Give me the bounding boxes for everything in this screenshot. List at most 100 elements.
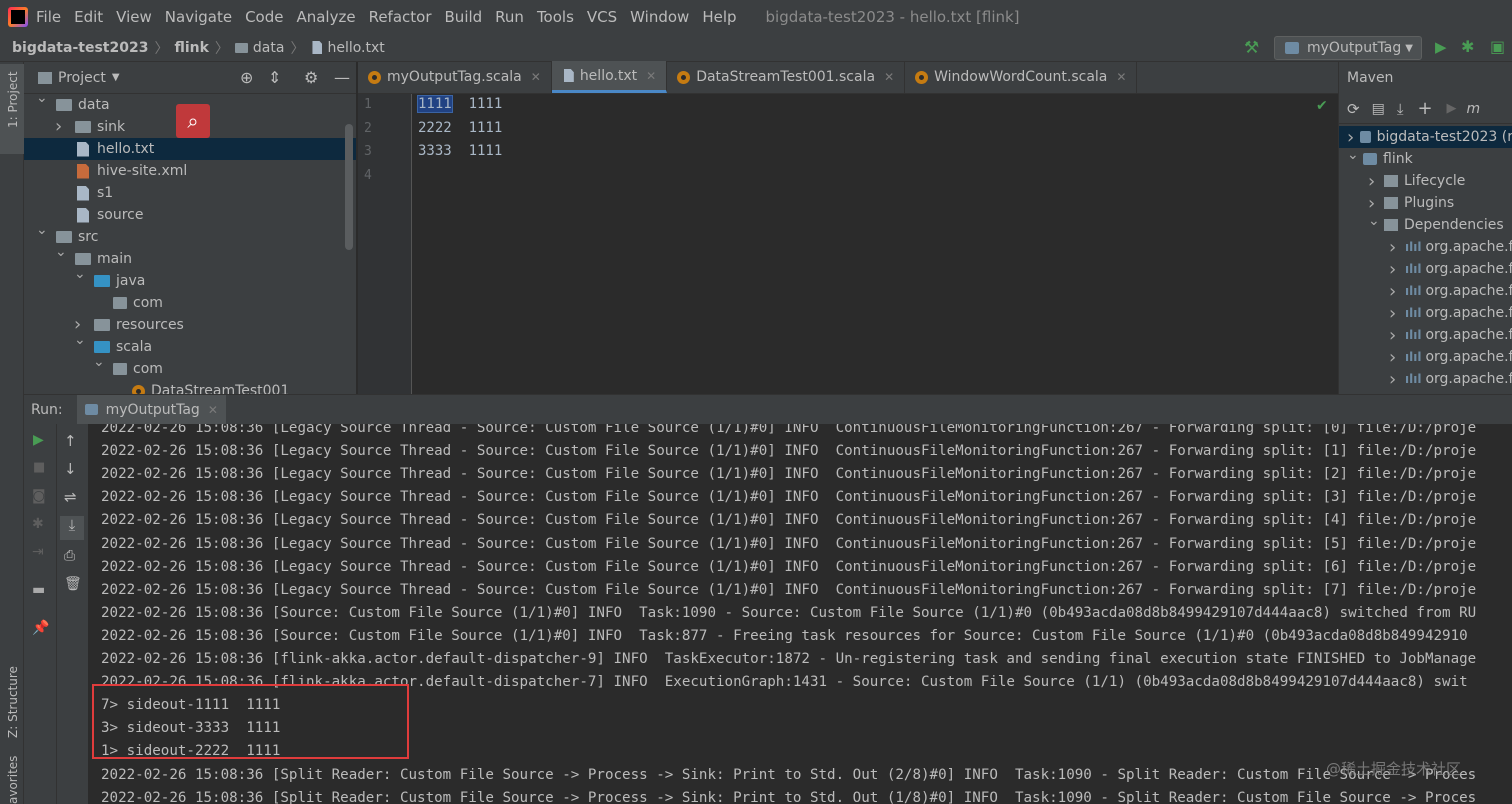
maven-tree-item[interactable]: › Lifecycle: [1368, 170, 1465, 192]
generate-sources-icon[interactable]: ▤: [1372, 101, 1385, 117]
project-view-selector[interactable]: Project: [58, 70, 106, 86]
chevron-down-icon[interactable]: ⌄: [36, 94, 48, 106]
run-coverage-icon[interactable]: ▣: [1490, 37, 1505, 56]
pin-icon[interactable]: 📌: [32, 620, 49, 636]
tree-item[interactable]: ⌄ src: [24, 222, 356, 248]
download-icon[interactable]: ⤓: [1397, 100, 1404, 118]
favorites-tool-label[interactable]: avorites: [6, 756, 20, 804]
camera-icon[interactable]: ◙: [32, 488, 46, 504]
chevron-down-icon[interactable]: ⌄: [74, 332, 86, 348]
build-hammer-icon[interactable]: ⚒: [1244, 38, 1259, 58]
stop-icon[interactable]: ■: [33, 460, 45, 475]
run-maven-icon[interactable]: ▶: [1447, 101, 1457, 116]
maven-tree-item[interactable]: › Plugins: [1368, 192, 1454, 214]
down-arrow-icon[interactable]: ↓: [64, 460, 77, 478]
gear-icon[interactable]: ⚙: [304, 68, 318, 87]
chevron-right-icon[interactable]: ›: [1368, 171, 1384, 192]
chevron-down-icon[interactable]: ⌄: [74, 266, 86, 282]
trash-icon[interactable]: 🗑: [64, 576, 82, 592]
menu-item-help[interactable]: Help: [702, 8, 736, 26]
tab-datastreamtest001-scala[interactable]: DataStreamTest001.scala ✕: [667, 61, 906, 93]
maven-tree-item[interactable]: › ılıl org.apache.fli: [1389, 302, 1512, 324]
search-icon[interactable]: ⌕: [176, 104, 210, 138]
breadcrumb-module[interactable]: flink: [174, 40, 208, 56]
maven-tree-item[interactable]: ⌄ flink: [1347, 147, 1413, 170]
add-icon[interactable]: +: [1417, 98, 1432, 119]
menu-item-view[interactable]: View: [116, 8, 152, 26]
run-tab[interactable]: myOutputTag ✕: [76, 394, 226, 425]
project-tool-label[interactable]: 1: Project: [6, 71, 20, 128]
tab-windowwordcount-scala[interactable]: WindowWordCount.scala ✕: [905, 61, 1138, 93]
chevron-right-icon[interactable]: ›: [1347, 127, 1360, 148]
chevron-right-icon[interactable]: ›: [55, 116, 62, 137]
close-icon[interactable]: ✕: [1116, 70, 1126, 84]
close-icon[interactable]: ✕: [646, 69, 656, 83]
chevron-right-icon[interactable]: ›: [1389, 259, 1405, 280]
chevron-down-icon[interactable]: ⌄: [93, 354, 105, 370]
debug-icon[interactable]: ✱: [1461, 37, 1474, 56]
menu-item-vcs[interactable]: VCS: [587, 8, 617, 26]
breadcrumb-project[interactable]: bigdata-test2023: [12, 40, 148, 56]
menu-item-refactor[interactable]: Refactor: [369, 8, 432, 26]
chevron-right-icon[interactable]: ›: [1389, 369, 1405, 390]
collapse-all-icon[interactable]: ⇕: [268, 68, 281, 87]
chevron-right-icon[interactable]: ›: [1389, 303, 1405, 324]
tree-scrollbar[interactable]: [345, 124, 353, 250]
close-icon[interactable]: ✕: [208, 403, 218, 417]
tree-item[interactable]: DataStreamTest001: [24, 380, 356, 394]
run-icon[interactable]: ▶: [1435, 38, 1447, 56]
execute-goal-icon[interactable]: m: [1467, 101, 1481, 117]
menu-item-analyze[interactable]: Analyze: [296, 8, 355, 26]
tree-item[interactable]: s1: [24, 182, 356, 204]
tab-myoutputtag-scala[interactable]: myOutputTag.scala ✕: [358, 61, 552, 93]
chevron-right-icon[interactable]: ›: [1368, 193, 1384, 214]
editor-content[interactable]: ✔ 1111 1111 2222 1111 3333 1111: [412, 94, 1338, 394]
chevron-right-icon[interactable]: ›: [1389, 347, 1405, 368]
chevron-right-icon[interactable]: ›: [1389, 237, 1405, 258]
chevron-down-icon[interactable]: ⌄: [55, 244, 67, 260]
chevron-right-icon[interactable]: ›: [1389, 325, 1405, 346]
maven-tree-item[interactable]: › ılıl org.apache.fli: [1389, 280, 1512, 302]
breadcrumb-file[interactable]: hello.txt: [327, 40, 384, 56]
tree-item[interactable]: ⌄ scala: [24, 332, 356, 358]
chevron-down-icon[interactable]: ⌄: [1347, 147, 1363, 163]
menu-item-run[interactable]: Run: [495, 8, 524, 26]
maven-tree-item[interactable]: › ılıl org.apache.fli: [1389, 258, 1512, 280]
soft-wrap-icon[interactable]: ⇌: [64, 488, 77, 506]
menu-item-file[interactable]: File: [36, 8, 61, 26]
menu-item-window[interactable]: Window: [630, 8, 689, 26]
tree-item[interactable]: hive-site.xml: [24, 160, 356, 182]
maven-tree-item[interactable]: › ılıl org.apache.fli: [1389, 324, 1512, 346]
reload-icon[interactable]: ⟳: [1347, 100, 1360, 118]
maven-tree-item[interactable]: › ılıl org.apache.fli: [1389, 368, 1512, 390]
exit-icon[interactable]: ⇥: [32, 544, 44, 560]
up-arrow-icon[interactable]: ↑: [64, 432, 77, 450]
menu-item-build[interactable]: Build: [445, 8, 483, 26]
breadcrumb-folder[interactable]: data: [253, 40, 285, 56]
maven-tree-item[interactable]: › bigdata-test2023 (r: [1339, 126, 1512, 148]
menu-item-edit[interactable]: Edit: [74, 8, 103, 26]
tree-item[interactable]: source: [24, 204, 356, 226]
maven-tree-item[interactable]: › ılıl org.apache.fli: [1389, 236, 1512, 258]
run-configuration-select[interactable]: myOutputTag ▼: [1274, 36, 1422, 60]
close-icon[interactable]: ✕: [531, 70, 541, 84]
menu-item-code[interactable]: Code: [245, 8, 283, 26]
tree-item[interactable]: hello.txt: [24, 138, 356, 160]
debug-bug-icon[interactable]: ✱: [32, 516, 44, 532]
rerun-icon[interactable]: ▶: [33, 432, 44, 448]
menu-item-navigate[interactable]: Navigate: [165, 8, 232, 26]
chevron-down-icon[interactable]: ⌄: [1368, 213, 1384, 229]
tree-item[interactable]: ⌄ java: [24, 266, 356, 292]
chevron-right-icon[interactable]: ›: [1389, 281, 1405, 302]
tab-hello-txt[interactable]: hello.txt ✕: [551, 61, 668, 93]
maven-tree-item[interactable]: › ılıl org.apache.fli: [1389, 346, 1512, 368]
close-icon[interactable]: ✕: [884, 70, 894, 84]
tree-item[interactable]: ⌄ com: [24, 354, 356, 380]
scroll-to-end-icon[interactable]: ⤓: [60, 516, 84, 540]
chevron-down-icon[interactable]: ⌄: [36, 222, 48, 238]
print-icon[interactable]: ⎙: [64, 548, 75, 564]
structure-tool-label[interactable]: Z: Structure: [6, 666, 20, 738]
layout-icon[interactable]: ▬: [32, 582, 45, 598]
maven-tree-item[interactable]: ⌄ Dependencies: [1368, 213, 1504, 236]
menu-item-tools[interactable]: Tools: [537, 8, 574, 26]
